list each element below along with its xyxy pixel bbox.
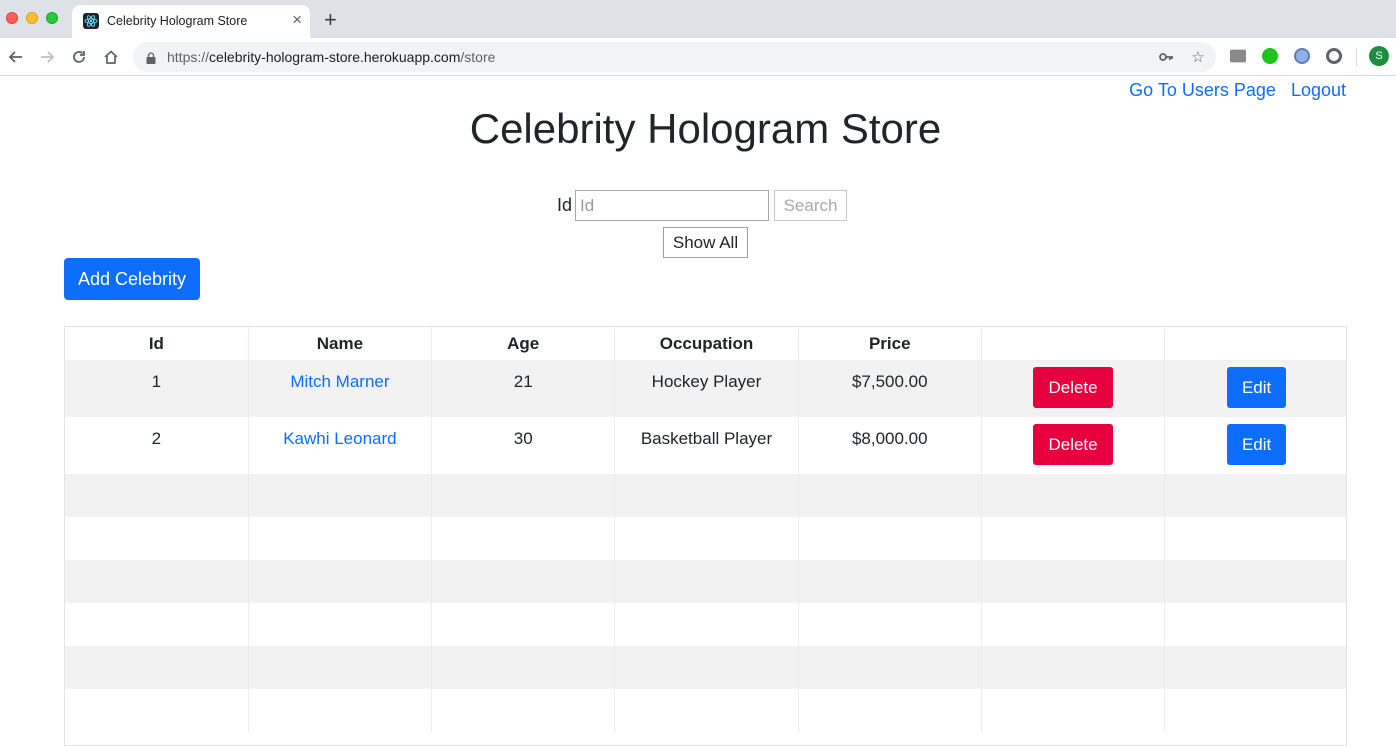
logout-link[interactable]: Logout	[1291, 80, 1346, 100]
cell-price: $7,500.00	[798, 360, 982, 417]
top-links: Go To Users Page Logout	[1119, 80, 1346, 101]
browser-toolbar: https://celebrity-hologram-store.herokua…	[0, 38, 1396, 76]
toolbar-divider	[1356, 48, 1357, 66]
back-icon[interactable]	[6, 47, 26, 67]
cell-name: Kawhi Leonard	[248, 417, 433, 474]
table-header-row: Id Name Age Occupation Price	[65, 327, 1346, 360]
cell-price: $8,000.00	[798, 417, 982, 474]
id-search-input[interactable]	[575, 190, 770, 221]
celebrity-name-link[interactable]: Mitch Marner	[290, 372, 389, 391]
column-header-occupation[interactable]: Occupation	[614, 327, 799, 360]
column-header-id[interactable]: Id	[65, 327, 249, 360]
empty-table-row	[65, 689, 1346, 732]
empty-table-row	[65, 474, 1346, 517]
empty-table-row	[65, 646, 1346, 689]
url-scheme: https://	[167, 49, 210, 65]
new-tab-icon[interactable]: +	[324, 9, 337, 31]
cell-edit: Edit	[1164, 360, 1346, 417]
column-header-edit	[1164, 327, 1346, 360]
column-header-delete	[981, 327, 1166, 360]
gray-extension-icon[interactable]	[1326, 48, 1342, 64]
tab-title: Celebrity Hologram Store	[107, 14, 248, 28]
reload-icon[interactable]	[69, 47, 89, 67]
url-text[interactable]: https://celebrity-hologram-store.herokua…	[167, 49, 495, 65]
delete-button[interactable]: Delete	[1033, 367, 1114, 408]
tab-close-icon[interactable]: ×	[292, 11, 302, 29]
cell-name: Mitch Marner	[248, 360, 433, 417]
url-host: celebrity-hologram-store.herokuapp.com	[209, 49, 461, 65]
users-page-link[interactable]: Go To Users Page	[1129, 80, 1276, 100]
add-celebrity-button[interactable]: Add Celebrity	[64, 258, 200, 300]
bookmark-star-icon[interactable]: ☆	[1189, 48, 1207, 66]
url-path: /store	[460, 49, 496, 65]
cell-age: 30	[431, 417, 616, 474]
celebrity-table: Id Name Age Occupation Price 1 Mitch Mar…	[64, 326, 1347, 746]
lock-icon[interactable]	[146, 51, 156, 69]
browser-tab[interactable]: Celebrity Hologram Store ×	[72, 5, 310, 38]
table-row: 2 Kawhi Leonard 30 Basketball Player $8,…	[65, 417, 1346, 474]
edit-button[interactable]: Edit	[1227, 424, 1287, 465]
search-row: Id Search	[557, 190, 848, 221]
blue-extension-icon[interactable]	[1294, 48, 1310, 64]
forward-icon[interactable]	[37, 47, 57, 67]
column-header-price[interactable]: Price	[798, 327, 982, 360]
drive-extension-icon[interactable]	[1230, 49, 1246, 63]
celebrity-name-link[interactable]: Kawhi Leonard	[283, 429, 396, 448]
column-header-name[interactable]: Name	[248, 327, 433, 360]
page-title: Celebrity Hologram Store	[469, 105, 942, 152]
empty-table-row	[65, 603, 1346, 646]
minimize-window-icon[interactable]	[26, 12, 38, 24]
profile-avatar[interactable]: S	[1369, 46, 1389, 66]
close-window-icon[interactable]	[6, 12, 18, 24]
delete-button[interactable]: Delete	[1033, 424, 1114, 465]
cell-delete: Delete	[981, 360, 1166, 417]
cell-delete: Delete	[981, 417, 1166, 474]
show-all-button[interactable]: Show All	[663, 227, 748, 258]
column-header-age[interactable]: Age	[431, 327, 616, 360]
empty-table-row	[65, 517, 1346, 560]
cell-occupation: Hockey Player	[614, 360, 799, 417]
cell-edit: Edit	[1164, 417, 1346, 474]
empty-table-row	[65, 560, 1346, 603]
edit-button[interactable]: Edit	[1227, 367, 1287, 408]
cell-id: 1	[65, 360, 249, 417]
cell-age: 21	[431, 360, 616, 417]
zoom-window-icon[interactable]	[46, 12, 58, 24]
cell-occupation: Basketball Player	[614, 417, 799, 474]
page-content: Go To Users Page Logout Celebrity Hologr…	[0, 77, 1396, 746]
search-button[interactable]: Search	[774, 190, 848, 221]
green-extension-icon[interactable]	[1262, 48, 1278, 64]
table-row: 1 Mitch Marner 21 Hockey Player $7,500.0…	[65, 360, 1346, 417]
home-icon[interactable]	[101, 47, 121, 67]
address-bar[interactable]: https://celebrity-hologram-store.herokua…	[133, 42, 1216, 72]
key-icon[interactable]	[1157, 48, 1175, 66]
id-label: Id	[557, 195, 573, 215]
browser-tab-bar: Celebrity Hologram Store × +	[0, 0, 1396, 38]
cell-id: 2	[65, 417, 249, 474]
react-favicon-icon	[83, 13, 99, 29]
